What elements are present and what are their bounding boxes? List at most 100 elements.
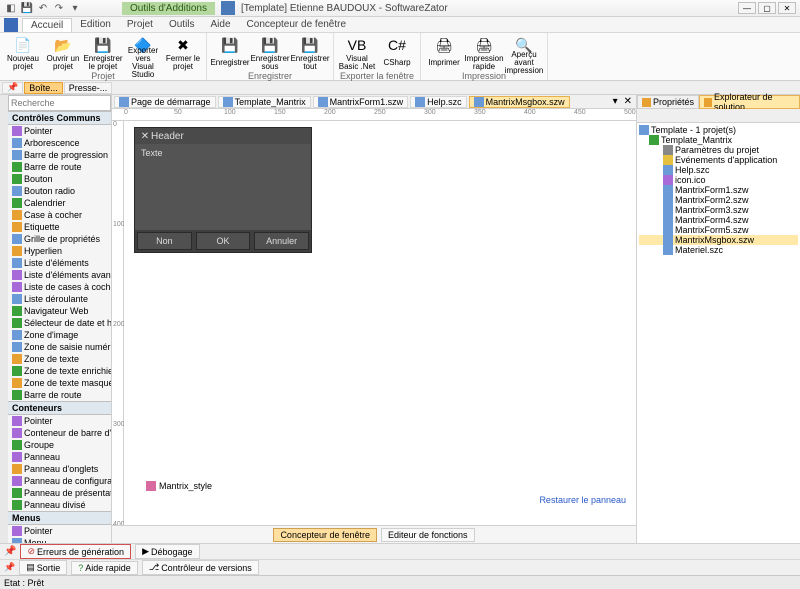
ribbon-aper-u-avant-impression[interactable]: 🔍Aperçu avant impression [505, 35, 543, 71]
toolbox-item[interactable]: Liste déroulante [8, 293, 111, 305]
qat-redo-icon[interactable]: ↷ [52, 1, 66, 15]
toolbox-item[interactable]: Liste d'éléments avancé [8, 269, 111, 281]
design-canvas[interactable]: ✕ Header Texte Non OK Annuler Mantrix_st… [124, 121, 636, 525]
contextual-tab[interactable]: Outils d'Additions [122, 2, 215, 15]
tree-node[interactable]: Materiel.szc [639, 245, 798, 255]
ribbon-fermer-le-projet[interactable]: ✖Fermer le projet [164, 35, 202, 71]
ribbon-impression-rapide[interactable]: 🖨Impression rapide [465, 35, 503, 71]
toolbox-item[interactable]: Etiquette [8, 221, 111, 233]
ribbon-visual-basic-net[interactable]: VBVisual Basic .Net [338, 35, 376, 71]
qat-undo-icon[interactable]: ↶ [36, 1, 50, 15]
toolbox-item[interactable]: Liste de cases à cocher [8, 281, 111, 293]
dialog-preview[interactable]: ✕ Header Texte Non OK Annuler [134, 127, 312, 253]
toolbox-item[interactable]: Groupe [8, 439, 111, 451]
doc-tab[interactable]: Help.szc [410, 96, 467, 108]
dialog-body[interactable]: Texte [135, 144, 311, 230]
toolbox-category[interactable]: Menus [8, 511, 111, 525]
toolbox-item[interactable]: Zone de texte masquée [8, 377, 111, 389]
tab-accueil[interactable]: Accueil [22, 18, 72, 32]
toolbox-item[interactable]: Pointer [8, 125, 111, 137]
dialog-btn-ok[interactable]: OK [196, 232, 251, 250]
tree-node[interactable]: Evénements d'application [639, 155, 798, 165]
doc-tab[interactable]: Page de démarrage [114, 96, 216, 108]
tree-node[interactable]: MantrixMsgbox.szw [639, 235, 798, 245]
tab-proprietes[interactable]: Propriétés [637, 95, 699, 109]
tab-debogage[interactable]: ▶Débogage [135, 544, 199, 559]
aux-presse[interactable]: Presse-... [64, 82, 113, 94]
tab-editeur-fonctions[interactable]: Editeur de fonctions [381, 528, 475, 542]
toolbox-item[interactable]: Liste d'éléments [8, 257, 111, 269]
dialog-btn-non[interactable]: Non [137, 232, 192, 250]
restore-panel-link[interactable]: Restaurer le panneau [539, 495, 626, 505]
toolbox-item[interactable]: Hyperlien [8, 245, 111, 257]
tab-explorateur[interactable]: Explorateur de solution [699, 95, 800, 109]
toolbox-item[interactable]: Arborescence [8, 137, 111, 149]
toolbox-item[interactable]: Bouton radio [8, 185, 111, 197]
dialog-close-icon[interactable]: ✕ [139, 131, 151, 142]
minimize-button[interactable]: — [738, 2, 756, 14]
tree-node[interactable]: Template_Mantrix [639, 135, 798, 145]
toolbox-item[interactable]: Grille de propriétés [8, 233, 111, 245]
toolbox-category[interactable]: Contrôles Communs [8, 111, 111, 125]
aux-boite[interactable]: Boîte... [24, 82, 63, 94]
qat-save-icon[interactable]: 💾 [20, 1, 34, 15]
toolbox-item[interactable]: Pointer [8, 415, 111, 427]
tree-node[interactable]: icon.ico [639, 175, 798, 185]
maximize-button[interactable]: ▢ [758, 2, 776, 14]
toolbox-item[interactable]: Bouton [8, 173, 111, 185]
tab-aide-rapide[interactable]: ?Aide rapide [71, 561, 138, 575]
tree-node[interactable]: MantrixForm3.szw [639, 205, 798, 215]
doc-tab-control[interactable]: ▾ [611, 96, 620, 107]
aux-pin[interactable]: 📌 [2, 82, 23, 94]
tree-node[interactable]: Paramètres du projet [639, 145, 798, 155]
toolbox-item[interactable]: Menu [8, 537, 111, 543]
toolbox-item[interactable]: Panneau de configuration de [8, 475, 111, 487]
toolbox-item[interactable]: Navigateur Web [8, 305, 111, 317]
toolbox-item[interactable]: Case à cocher [8, 209, 111, 221]
toolbox-item[interactable]: Sélecteur de date et heure [8, 317, 111, 329]
tab-edition[interactable]: Edition [72, 18, 119, 31]
dialog-btn-annuler[interactable]: Annuler [254, 232, 309, 250]
tree-node[interactable]: MantrixForm5.szw [639, 225, 798, 235]
toolbox-item[interactable]: Barre de progression [8, 149, 111, 161]
tab-versions[interactable]: ⎇Contrôleur de versions [142, 560, 259, 575]
close-button[interactable]: ✕ [778, 2, 796, 14]
tab-erreurs[interactable]: ⊘Erreurs de génération [20, 544, 131, 559]
ribbon-imprimer[interactable]: 🖨Imprimer [425, 35, 463, 71]
toolbox-item[interactable]: Panneau [8, 451, 111, 463]
doc-tab-control[interactable]: ✕ [622, 96, 634, 107]
tree-node[interactable]: MantrixForm1.szw [639, 185, 798, 195]
toolbox-item[interactable]: Panneau d'onglets [8, 463, 111, 475]
tab-projet[interactable]: Projet [119, 18, 161, 31]
toolbox-item[interactable]: Panneau de présentation en [8, 487, 111, 499]
dialog-header[interactable]: ✕ Header [135, 128, 311, 144]
toolbox-item[interactable]: Zone d'image [8, 329, 111, 341]
doc-tab[interactable]: MantrixForm1.szw [313, 96, 409, 108]
tree-node[interactable]: MantrixForm2.szw [639, 195, 798, 205]
ribbon-exporter-vers-visual-studio[interactable]: 🔷Exporter vers Visual Studio [124, 35, 162, 71]
tree-node[interactable]: Help.szc [639, 165, 798, 175]
bottom-pin-1[interactable]: 📌 [4, 546, 16, 557]
right-toolbar[interactable] [637, 109, 800, 123]
ribbon-nouveau-projet[interactable]: 📄Nouveau projet [4, 35, 42, 71]
qat-dropdown-icon[interactable]: ▾ [68, 1, 82, 15]
ribbon-csharp[interactable]: C#CSharp [378, 35, 416, 71]
toolbox-item[interactable]: Pointer [8, 525, 111, 537]
ribbon-ouvrir-un-projet[interactable]: 📂Ouvrir un projet [44, 35, 82, 71]
toolbox-item[interactable]: Zone de saisie numérique [8, 341, 111, 353]
doc-tab[interactable]: Template_Mantrix [218, 96, 311, 108]
toolbox-search[interactable] [8, 95, 111, 111]
ribbon-enregistrer-le-projet[interactable]: 💾Enregistrer le projet [84, 35, 122, 71]
tab-concepteur[interactable]: Concepteur de fenêtre [239, 18, 355, 31]
toolbox-category[interactable]: Conteneurs [8, 401, 111, 415]
solution-tree[interactable]: Template - 1 projet(s)Template_MantrixPa… [637, 123, 800, 543]
bottom-pin-2[interactable]: 📌 [4, 562, 15, 573]
toolbox-item[interactable]: Panneau divisé [8, 499, 111, 511]
file-tab[interactable] [4, 18, 18, 32]
ribbon-enregistrer-sous[interactable]: 💾Enregistrer sous [251, 35, 289, 71]
tree-node[interactable]: Template - 1 projet(s) [639, 125, 798, 135]
tab-aide[interactable]: Aide [203, 18, 239, 31]
toolbox-item[interactable]: Barre de route [8, 389, 111, 401]
doc-tab[interactable]: MantrixMsgbox.szw [469, 96, 570, 108]
ribbon-enregistrer-tout[interactable]: 💾Enregistrer tout [291, 35, 329, 71]
